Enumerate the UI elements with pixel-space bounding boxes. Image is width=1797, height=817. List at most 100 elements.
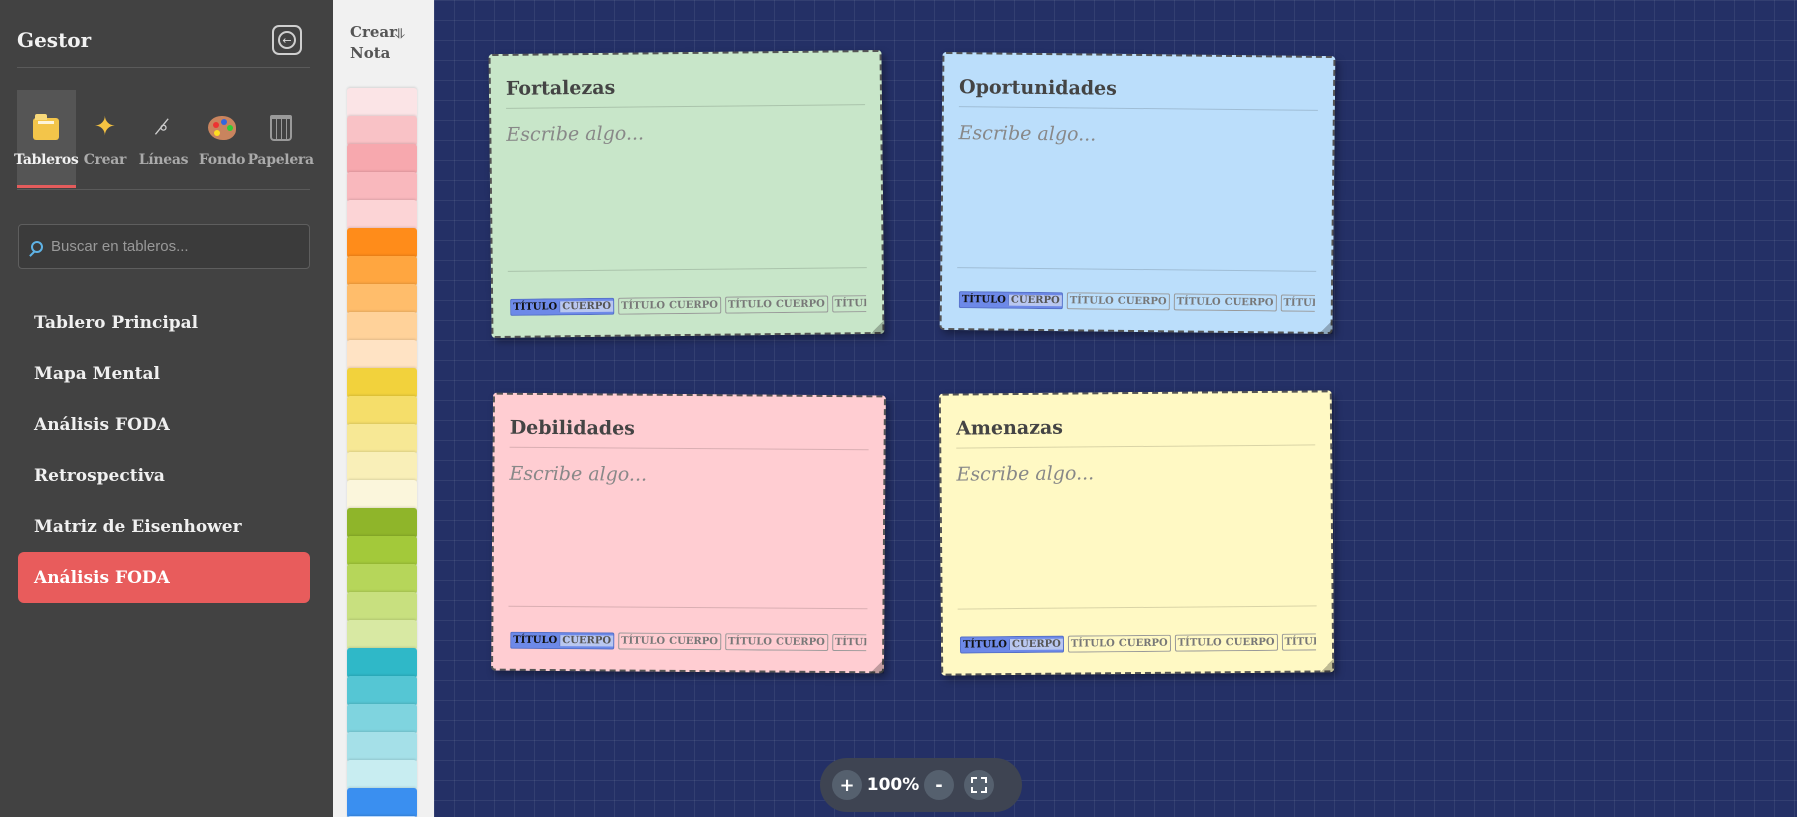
note-title[interactable]: Fortalezas	[506, 77, 616, 100]
color-swatch[interactable]	[347, 312, 417, 342]
note-title[interactable]: Oportunidades	[959, 76, 1117, 100]
color-swatch[interactable]	[347, 340, 417, 370]
color-swatch[interactable]	[347, 144, 417, 174]
board-item[interactable]: Matriz de Eisenhower	[18, 501, 310, 552]
color-swatch[interactable]	[347, 172, 417, 202]
color-swatch[interactable]	[347, 648, 417, 678]
note-body[interactable]: Escribe algo...	[959, 122, 1097, 145]
divider	[957, 605, 1317, 610]
style-option[interactable]: TÍTULO CUERPO	[724, 295, 828, 314]
resize-handle[interactable]	[870, 319, 885, 335]
color-swatch[interactable]	[347, 592, 417, 622]
style-option[interactable]: TÍTULO CUERPO	[618, 632, 722, 651]
tab-fondo[interactable]: Fondo	[193, 90, 252, 188]
board-item[interactable]: Mapa Mental	[18, 348, 310, 399]
color-swatch[interactable]	[347, 452, 417, 482]
style-option[interactable]: TÍTULO CU	[1280, 294, 1315, 312]
style-option-active[interactable]: TÍTULO CUERPO	[510, 297, 615, 316]
resize-handle[interactable]	[1318, 319, 1333, 335]
note-body[interactable]: Escribe algo...	[956, 462, 1094, 485]
note-fortalezas[interactable]: Fortalezas Escribe algo... TÍTULO CUERPO …	[488, 49, 885, 339]
color-swatch[interactable]	[347, 508, 417, 538]
divider	[956, 444, 1316, 449]
zoom-level: 100%	[866, 775, 920, 795]
fullscreen-icon	[971, 777, 987, 793]
style-option[interactable]: TÍTULO CUERPO	[1067, 634, 1171, 653]
link-icon: ∘̸	[157, 115, 170, 139]
color-swatch[interactable]	[347, 88, 417, 118]
color-swatch[interactable]	[347, 704, 417, 734]
tab-crear[interactable]: ✦ Crear	[76, 90, 135, 188]
board-list: Tablero Principal Mapa Mental Análisis F…	[18, 297, 310, 603]
note-body[interactable]: Escribe algo...	[506, 122, 644, 145]
resize-handle[interactable]	[870, 659, 885, 674]
color-swatch[interactable]	[347, 256, 417, 286]
style-option[interactable]: TÍTULO CUERPO	[617, 296, 722, 315]
color-swatch[interactable]	[347, 536, 417, 566]
divider	[507, 267, 867, 272]
create-note-label: Crear Nota	[350, 23, 398, 62]
sidebar-header: Gestor ←	[17, 22, 310, 68]
note-debilidades[interactable]: Debilidades Escribe algo... TÍTULO CUERPO…	[491, 392, 886, 674]
style-option-active[interactable]: TÍTULO CUERPO	[959, 635, 1064, 654]
style-option[interactable]: TÍTULO CUERPO	[1174, 633, 1278, 652]
board-item[interactable]: Retrospectiva	[18, 450, 310, 501]
style-option[interactable]: TÍTULO CUERPO	[1173, 293, 1277, 312]
tab-papelera[interactable]: Papelera	[248, 90, 314, 188]
color-swatch[interactable]	[347, 676, 417, 706]
color-swatch[interactable]	[347, 368, 417, 398]
note-amenazas[interactable]: Amenazas Escribe algo... TÍTULO CUERPO TÍ…	[938, 390, 1335, 676]
search-icon	[31, 240, 43, 253]
note-style-tools: TÍTULO CUERPO TÍTULO CUERPO TÍTULO CUERPO T…	[510, 295, 867, 316]
tab-lineas[interactable]: ∘̸ Líneas	[134, 90, 193, 188]
note-body[interactable]: Escribe algo...	[509, 463, 647, 486]
search-input[interactable]	[51, 238, 291, 255]
divider	[958, 106, 1318, 111]
folder-icon	[33, 112, 60, 144]
color-swatch[interactable]	[347, 788, 417, 817]
drag-icon: ⥥	[395, 26, 406, 42]
divider	[509, 446, 869, 451]
style-option[interactable]: TÍTULO CUERPO	[724, 633, 828, 651]
color-swatch[interactable]	[347, 732, 417, 762]
tab-label: Tableros	[14, 152, 79, 168]
style-option-active[interactable]: TÍTULO CUERPO	[510, 631, 615, 650]
color-swatch[interactable]	[347, 396, 417, 426]
tab-tableros[interactable]: Tableros	[14, 90, 79, 188]
color-swatch[interactable]	[347, 200, 417, 230]
divider	[506, 104, 866, 109]
style-option[interactable]: TÍTULO CU	[831, 634, 867, 652]
board-item[interactable]: Análisis FODA	[18, 399, 310, 450]
color-swatch[interactable]	[347, 228, 417, 258]
zoom-in-button[interactable]: +	[832, 770, 862, 800]
color-swatch[interactable]	[347, 760, 417, 790]
style-option[interactable]: TÍTULO CUERPO	[1066, 292, 1170, 311]
color-swatch[interactable]	[347, 620, 417, 650]
color-swatch[interactable]	[347, 564, 417, 594]
app-title: Gestor	[17, 28, 92, 52]
color-swatch[interactable]	[347, 480, 417, 510]
color-swatches	[347, 88, 417, 817]
style-option[interactable]: TÍTULO CU	[1281, 633, 1317, 651]
color-swatch[interactable]	[347, 116, 417, 146]
sidebar: Gestor ← Tableros ✦ Crear ∘̸ Líneas Fond…	[0, 0, 333, 817]
collapse-sidebar-button[interactable]: ←	[272, 25, 302, 55]
sidebar-tabs: Tableros ✦ Crear ∘̸ Líneas Fondo Papeler…	[14, 90, 314, 190]
note-oportunidades[interactable]: Oportunidades Escribe algo... TÍTULO CUER…	[939, 51, 1336, 335]
search-box	[18, 224, 310, 269]
color-swatch[interactable]	[347, 424, 417, 454]
palette-icon	[208, 112, 237, 144]
color-swatch[interactable]	[347, 284, 417, 314]
resize-handle[interactable]	[1320, 658, 1335, 673]
note-title[interactable]: Amenazas	[956, 417, 1063, 440]
zoom-out-button[interactable]: -	[924, 770, 954, 800]
tab-label: Fondo	[198, 152, 246, 168]
tab-label: Líneas	[138, 152, 189, 168]
note-title[interactable]: Debilidades	[510, 417, 635, 440]
style-option[interactable]: TÍTULO CU	[831, 295, 867, 313]
style-option-active[interactable]: TÍTULO CUERPO	[958, 291, 1063, 310]
board-canvas[interactable]: Fortalezas Escribe algo... TÍTULO CUERPO …	[434, 0, 1797, 817]
board-item[interactable]: Tablero Principal	[18, 297, 310, 348]
fullscreen-button[interactable]	[964, 770, 994, 800]
board-item-active[interactable]: Análisis FODA	[18, 552, 310, 603]
